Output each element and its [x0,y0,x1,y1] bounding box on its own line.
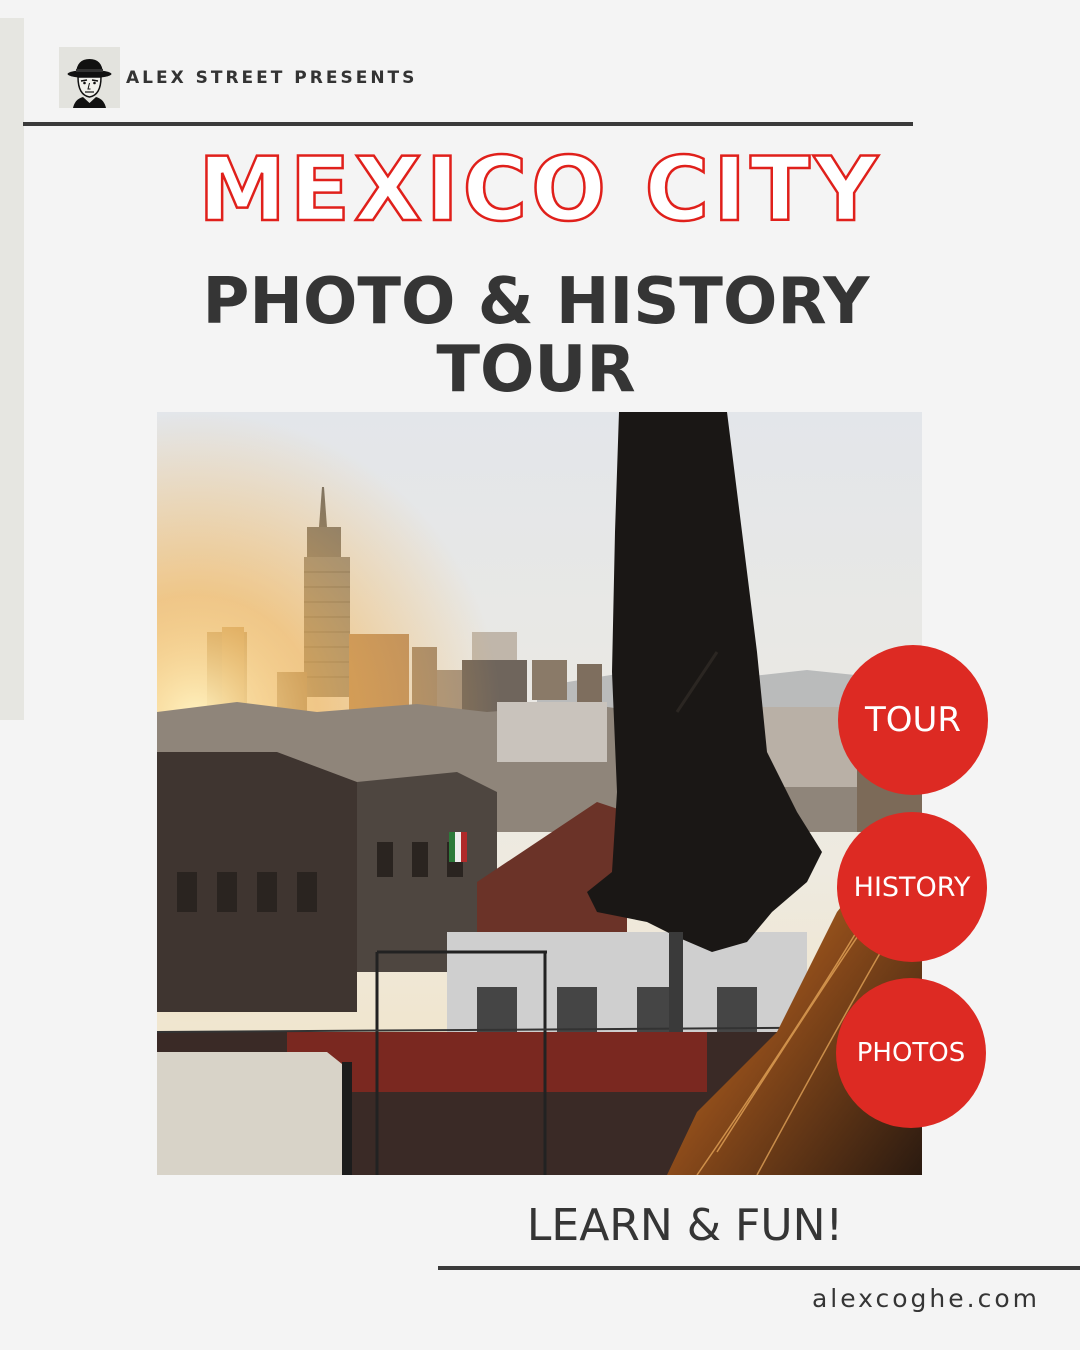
man-in-fedora-icon [67,59,112,108]
badge-tour: TOUR [838,645,988,795]
top-divider [23,122,913,126]
logo [59,47,120,108]
tagline: LEARN & FUN! [526,1200,844,1251]
subtitle-line-1: PHOTO & HISTORY [202,265,870,339]
presenter-label: ALEX STREET PRESENTS [126,68,418,88]
badge-photos: PHOTOS [836,978,986,1128]
badge-history: HISTORY [837,812,987,962]
tour-subtitle: PHOTO & HISTORY TOUR [0,268,1072,404]
mexico-city-rooftop-photo [157,412,922,1175]
city-title: MEXICO CITY [197,137,882,243]
city-rooftop-photo [157,412,922,1175]
bottom-divider [438,1266,1080,1270]
subtitle-line-2: TOUR [436,333,636,407]
website-link[interactable]: alexcoghe.com [780,1284,1040,1313]
